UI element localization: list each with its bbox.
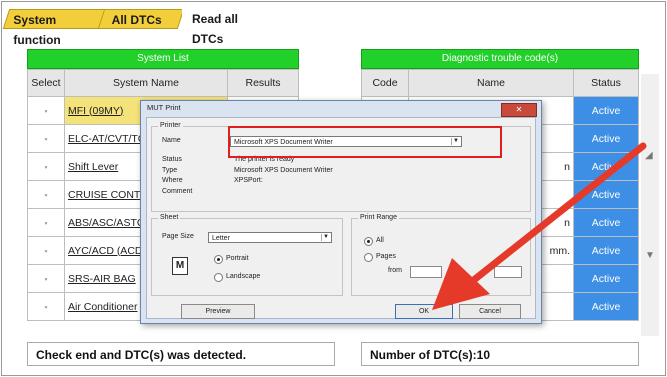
- document-icon: M: [172, 257, 188, 275]
- tab-label: System function: [13, 13, 61, 47]
- page-size-label: Page Size: [162, 233, 194, 240]
- tab-system-function[interactable]: System function: [2, 9, 108, 47]
- pages-radio[interactable]: [364, 253, 373, 262]
- highlight-box: [228, 126, 502, 158]
- select-checkbox[interactable]: ▪: [27, 152, 65, 181]
- status-badge: Active: [573, 180, 639, 209]
- portrait-radio[interactable]: [214, 255, 223, 264]
- type-value: Microsoft XPS Document Writer: [234, 167, 333, 174]
- status-badge: Active: [573, 236, 639, 265]
- tab-read-all-dtcs[interactable]: Read all DTCs: [182, 9, 282, 46]
- status-badge: Active: [573, 152, 639, 181]
- from-page-input[interactable]: [410, 266, 442, 278]
- where-label: Where: [162, 177, 183, 184]
- dtc-scrollbar[interactable]: ◢ ▼: [641, 74, 659, 336]
- col-code: Code: [361, 69, 409, 97]
- select-checkbox[interactable]: ▪: [27, 124, 65, 153]
- select-checkbox[interactable]: ▪: [27, 292, 65, 321]
- breadcrumb-tabs: System function All DTCs Read all DTCs: [2, 6, 661, 47]
- tab-label: All DTCs: [111, 13, 162, 27]
- scroll-up-icon[interactable]: ◢: [645, 150, 653, 161]
- status-badge: Active: [573, 264, 639, 293]
- col-results: Results: [227, 69, 299, 97]
- close-icon: ✕: [515, 105, 523, 114]
- print-range-caption: Print Range: [358, 214, 399, 221]
- select-checkbox[interactable]: ▪: [27, 264, 65, 293]
- status-label: Status: [162, 156, 182, 163]
- to-page-input[interactable]: [494, 266, 522, 278]
- col-name: Name: [408, 69, 574, 97]
- cancel-button[interactable]: Cancel: [459, 304, 521, 319]
- dtc-header: Diagnostic trouble code(s): [361, 49, 639, 69]
- landscape-label: Landscape: [226, 273, 261, 280]
- sheet-group-caption: Sheet: [158, 214, 181, 221]
- printer-group-caption: Printer: [158, 122, 183, 129]
- type-label: Type: [162, 167, 178, 174]
- all-radio[interactable]: [364, 237, 373, 246]
- select-checkbox[interactable]: ▪: [27, 236, 65, 265]
- pages-label: Pages: [376, 253, 396, 260]
- tab-all-dtcs[interactable]: All DTCs: [97, 9, 185, 29]
- where-value: XPSPort:: [234, 177, 263, 184]
- preview-button[interactable]: Preview: [181, 304, 255, 319]
- ok-button[interactable]: OK: [395, 304, 453, 319]
- col-select: Select: [27, 69, 65, 97]
- status-badge: Active: [573, 96, 639, 125]
- name-label: Name: [162, 137, 181, 144]
- select-checkbox[interactable]: ▪: [27, 180, 65, 209]
- print-range-group: Print Range All Pages from: [351, 214, 531, 296]
- scroll-down-icon[interactable]: ▼: [645, 250, 655, 261]
- landscape-radio[interactable]: [214, 273, 223, 282]
- all-label: All: [376, 237, 384, 244]
- select-checkbox[interactable]: ▪: [27, 208, 65, 237]
- status-badge: Active: [573, 124, 639, 153]
- select-checkbox[interactable]: ▪: [27, 96, 65, 125]
- close-button[interactable]: ✕: [501, 103, 537, 117]
- portrait-label: Portrait: [226, 255, 249, 262]
- dialog-title: MUT Print: [147, 103, 181, 112]
- page-size-value: Letter: [212, 235, 230, 242]
- status-message: Check end and DTC(s) was detected.: [27, 342, 335, 366]
- sheet-group: Sheet Page Size Letter ▼ M Portrait Land…: [151, 214, 343, 296]
- status-badge: Active: [573, 292, 639, 321]
- status-badge: Active: [573, 208, 639, 237]
- comment-label: Comment: [162, 188, 193, 195]
- dtc-count: Number of DTC(s):10: [361, 342, 639, 366]
- page-size-select[interactable]: Letter ▼: [208, 232, 332, 243]
- system-list-header: System List: [27, 49, 299, 69]
- chevron-down-icon: ▼: [321, 234, 330, 241]
- col-system-name: System Name: [64, 69, 228, 97]
- from-label: from: [388, 267, 402, 274]
- col-status: Status: [573, 69, 639, 97]
